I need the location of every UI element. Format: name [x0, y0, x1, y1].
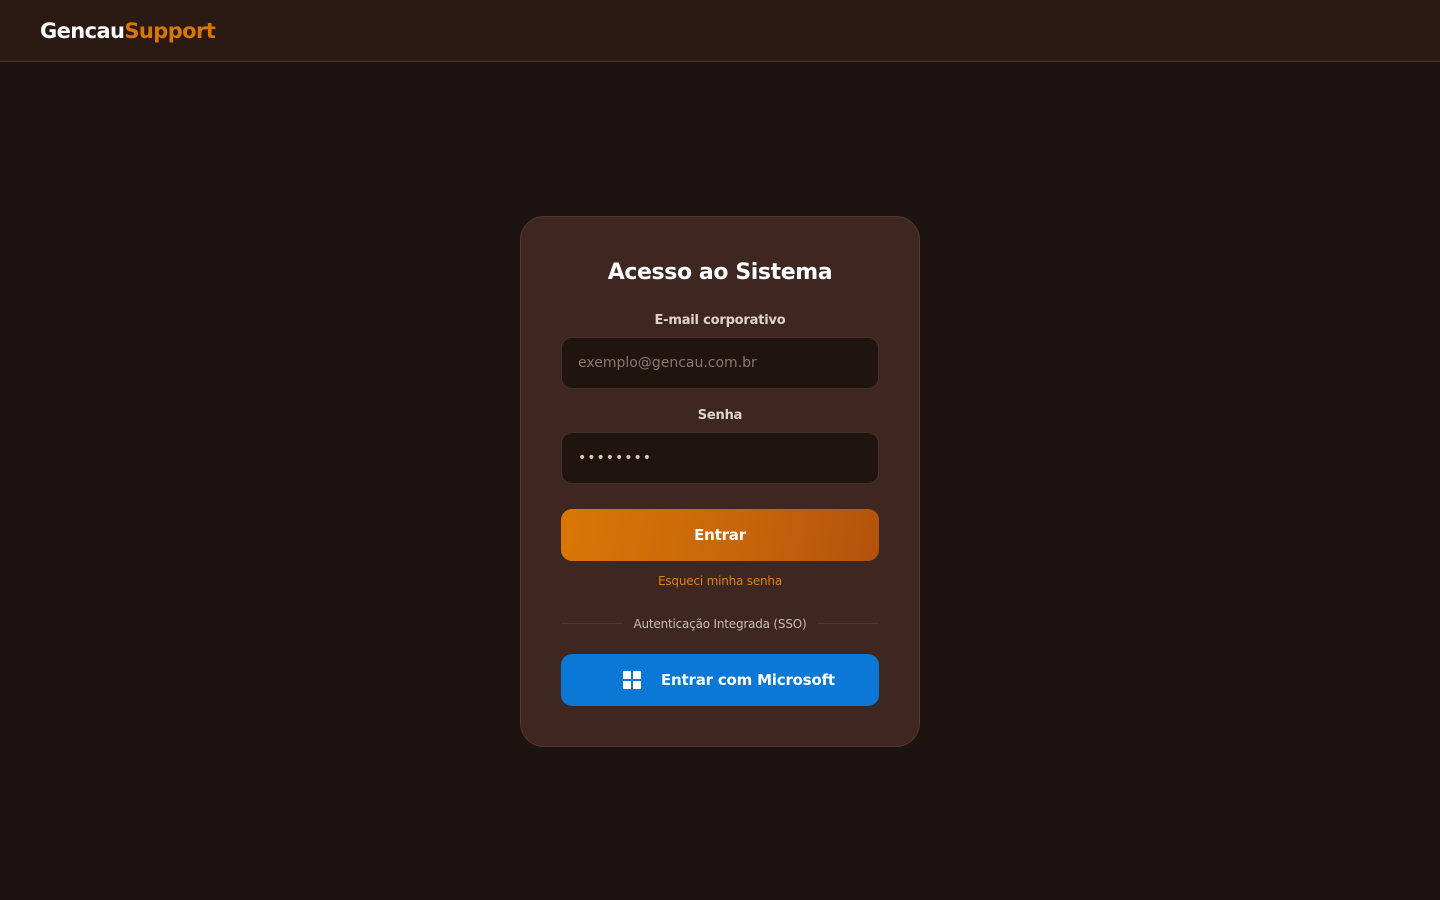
password-input[interactable] — [561, 432, 879, 484]
login-title: Acesso ao Sistema — [607, 260, 833, 285]
email-input[interactable] — [561, 337, 879, 389]
sso-divider-label: Autenticação Integrada (SSO) — [633, 617, 807, 631]
microsoft-login-label: Entrar com Microsoft — [661, 671, 835, 689]
sso-divider: Autenticação Integrada (SSO) — [561, 615, 879, 633]
top-navbar: GencauSupport — [0, 0, 1440, 62]
login-submit-button[interactable]: Entrar — [561, 509, 879, 561]
password-label: Senha — [697, 408, 743, 423]
forgot-password-link[interactable]: Esqueci minha senha — [521, 573, 919, 589]
microsoft-login-button[interactable]: Entrar com Microsoft — [561, 654, 879, 706]
microsoft-windows-icon — [623, 671, 641, 689]
brand-name-main: Gencau — [40, 19, 125, 43]
login-card: Acesso ao Sistema E-mail corporativo Sen… — [520, 216, 920, 747]
divider-line-right — [817, 623, 879, 624]
email-label: E-mail corporativo — [654, 313, 786, 328]
brand-name-accent: Support — [124, 19, 216, 43]
brand-logo[interactable]: GencauSupport — [40, 17, 216, 45]
